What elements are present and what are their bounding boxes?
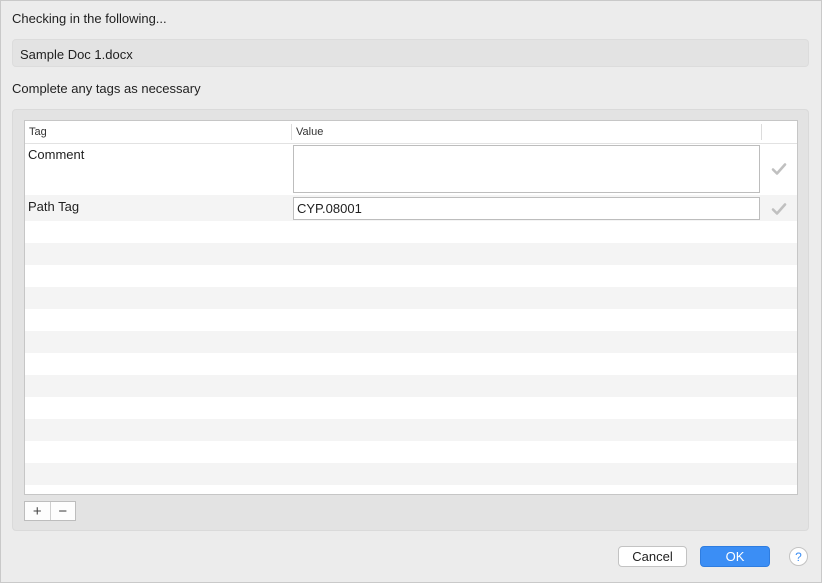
column-divider[interactable] bbox=[291, 124, 292, 140]
comment-value-field[interactable] bbox=[293, 145, 760, 193]
remove-tag-button[interactable]: − bbox=[49, 502, 76, 520]
column-header-tag[interactable]: Tag bbox=[29, 126, 47, 138]
checking-label: Checking in the following... bbox=[12, 11, 167, 26]
tag-name: Path Tag bbox=[28, 199, 80, 214]
document-name-box: Sample Doc 1.docx bbox=[12, 39, 809, 67]
table-row[interactable]: Path Tag bbox=[25, 195, 797, 221]
table-row[interactable]: Comment bbox=[25, 143, 797, 195]
checkmark-icon[interactable] bbox=[771, 201, 787, 217]
path-tag-value-field[interactable] bbox=[293, 197, 760, 220]
column-header-value[interactable]: Value bbox=[296, 126, 323, 138]
empty-rows bbox=[25, 221, 797, 494]
ok-button[interactable]: OK bbox=[700, 546, 770, 567]
column-divider[interactable] bbox=[761, 124, 762, 140]
cancel-button[interactable]: Cancel bbox=[618, 546, 687, 567]
checkmark-icon[interactable] bbox=[771, 161, 787, 177]
tags-panel: Tag Value Comment Path Tag CYP.08001 + − bbox=[12, 109, 809, 531]
tags-section-label: Complete any tags as necessary bbox=[12, 81, 201, 96]
help-button[interactable]: ? bbox=[789, 547, 808, 566]
add-remove-control: + − bbox=[24, 501, 76, 521]
add-tag-button[interactable]: + bbox=[25, 502, 50, 520]
dialog-window: Checking in the following... Sample Doc … bbox=[0, 0, 822, 583]
tags-table: Tag Value Comment Path Tag bbox=[24, 120, 798, 495]
table-header: Tag Value bbox=[25, 121, 797, 144]
document-name: Sample Doc 1.docx bbox=[20, 47, 133, 62]
tag-name: Comment bbox=[28, 147, 85, 162]
